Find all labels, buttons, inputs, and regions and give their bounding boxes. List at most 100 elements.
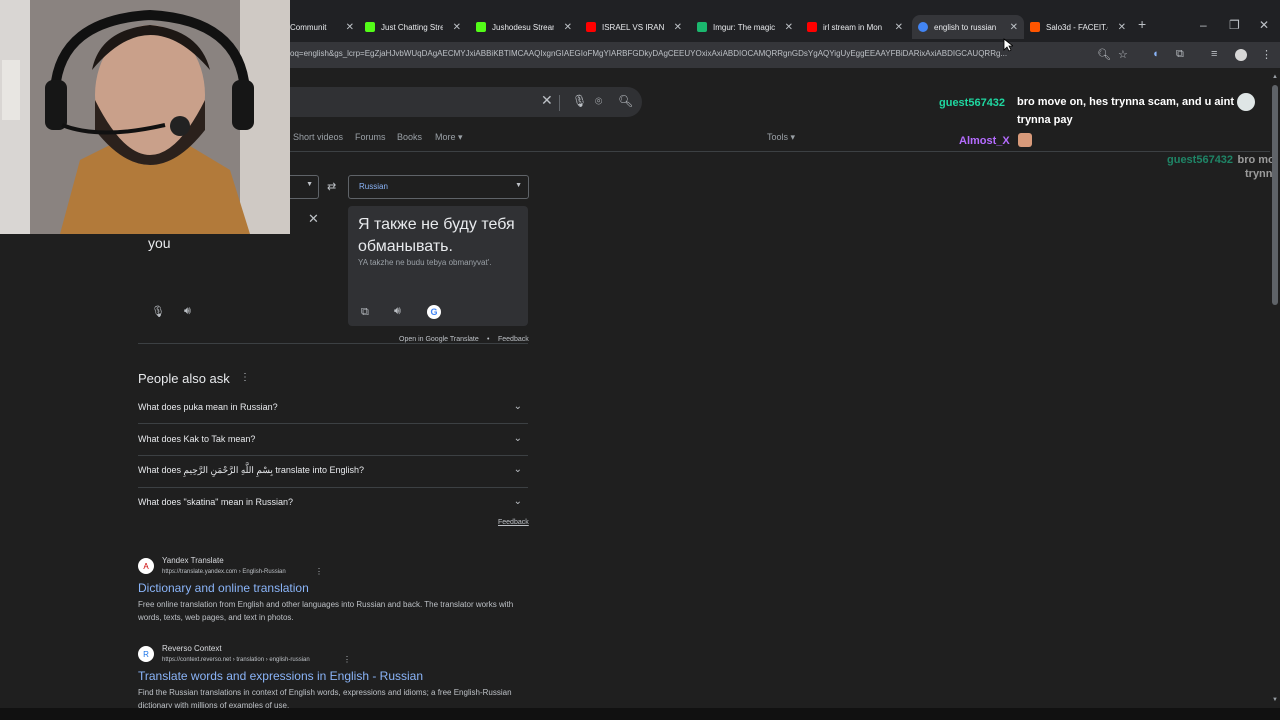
swap-languages-icon[interactable]: ⇄ bbox=[327, 180, 336, 193]
filter-more[interactable]: More ▾ bbox=[435, 132, 463, 143]
tab-irl-stream[interactable]: irl stream in Mon ✕ bbox=[807, 15, 903, 39]
google-g-icon[interactable]: G bbox=[427, 305, 441, 319]
menu-icon[interactable]: ⋮ bbox=[1261, 48, 1272, 61]
search-box[interactable]: ✕ 🎙︎ ⌾ 🔍︎ bbox=[290, 87, 642, 117]
chevron-down-icon: ⌄ bbox=[513, 433, 522, 444]
result-title-link[interactable]: Translate words and expressions in Engli… bbox=[138, 669, 423, 683]
reverso-favicon: R bbox=[138, 646, 154, 662]
emote-icon bbox=[1237, 93, 1255, 111]
paa-feedback-link[interactable]: Feedback bbox=[498, 519, 529, 526]
microphone-icon[interactable]: 🎙︎ bbox=[572, 94, 587, 108]
tools-button[interactable]: Tools ▾ bbox=[767, 132, 795, 143]
extensions-icon[interactable]: ⧉ bbox=[1176, 48, 1184, 61]
search-icon[interactable]: 🔍︎ bbox=[618, 94, 633, 108]
tab-communit[interactable]: Communit ✕ bbox=[290, 15, 354, 39]
tab-jushodesu[interactable]: Jushodesu Stream ✕ bbox=[476, 15, 572, 39]
result-url[interactable]: https://context.reverso.net › translatio… bbox=[162, 657, 310, 663]
transliteration-text: YA takzhe ne budu tebya obmanyvat'. bbox=[358, 258, 492, 267]
minimize-icon[interactable]: – bbox=[1200, 18, 1207, 32]
source-speaker-icon[interactable]: 🔊︎ bbox=[184, 305, 191, 318]
faceit-icon bbox=[1030, 22, 1040, 32]
translate-extension-icon[interactable]: ◖ bbox=[1152, 48, 1159, 60]
close-tab-icon[interactable]: ✕ bbox=[1010, 22, 1018, 33]
youtube-icon bbox=[586, 22, 596, 32]
window-close-icon[interactable]: ✕ bbox=[1259, 18, 1269, 32]
page-scrollbar[interactable] bbox=[1272, 85, 1278, 305]
lens-icon[interactable]: ⌾ bbox=[595, 94, 602, 109]
restore-icon[interactable]: ❐ bbox=[1229, 18, 1240, 32]
chat-message-faded: guest567432 bro mo bbox=[1167, 150, 1280, 168]
dropdown-arrow-icon: ▼ bbox=[515, 182, 522, 189]
bookmark-star-icon[interactable]: ☆ bbox=[1118, 48, 1128, 61]
open-in-translate-link[interactable]: Open in Google Translate bbox=[399, 336, 479, 343]
close-tab-icon[interactable]: ✕ bbox=[785, 22, 793, 33]
imgur-icon bbox=[697, 22, 707, 32]
profile-avatar[interactable] bbox=[1235, 49, 1247, 61]
tab-english-to-russian[interactable]: english to russian ✕ bbox=[912, 15, 1024, 39]
result-title-link[interactable]: Dictionary and online translation bbox=[138, 581, 309, 595]
target-language-label: Russian bbox=[359, 182, 388, 191]
youtube-icon bbox=[807, 22, 817, 32]
clear-search-icon[interactable]: ✕ bbox=[541, 92, 553, 109]
dropdown-arrow-icon: ▼ bbox=[306, 181, 313, 188]
target-language-select[interactable]: Russian ▼ bbox=[348, 175, 529, 199]
source-language-select[interactable]: ▼ bbox=[290, 175, 319, 199]
paa-question[interactable]: What does Kak to Tak mean? ⌄ bbox=[138, 433, 528, 444]
paa-question[interactable]: What does بِسْمِ اللَّهِ الرَّحْمَنِ الر… bbox=[138, 464, 528, 476]
close-tab-icon[interactable]: ✕ bbox=[453, 22, 461, 33]
chevron-down-icon: ⌄ bbox=[513, 496, 522, 507]
filter-more-label: More bbox=[435, 132, 456, 142]
result-url[interactable]: https://translate.yandex.com › English-R… bbox=[162, 569, 286, 575]
tab-title: Communit bbox=[290, 22, 327, 32]
kick-icon bbox=[476, 22, 486, 32]
filter-books[interactable]: Books bbox=[397, 132, 422, 142]
translate-feedback-link[interactable]: Feedback bbox=[498, 336, 529, 343]
filter-short-videos[interactable]: Short videos bbox=[293, 132, 343, 142]
result-site-name: Reverso Context bbox=[162, 644, 222, 653]
paa-heading: People also ask bbox=[138, 371, 230, 386]
tab-israel-vs-iran[interactable]: ISRAEL VS IRAN - ✕ bbox=[586, 15, 682, 39]
paa-question-text: What does Kak to Tak mean? bbox=[138, 434, 256, 444]
filter-forums[interactable]: Forums bbox=[355, 132, 386, 142]
source-microphone-icon[interactable]: 🎙︎ bbox=[151, 305, 165, 318]
close-tab-icon[interactable]: ✕ bbox=[346, 22, 354, 33]
result-snippet: Free online translation from English and… bbox=[138, 600, 514, 622]
zoom-icon[interactable]: 🔍︎ bbox=[1097, 48, 1111, 61]
close-tab-icon[interactable]: ✕ bbox=[674, 22, 682, 33]
section-divider bbox=[138, 343, 528, 344]
close-tab-icon[interactable]: ✕ bbox=[564, 22, 572, 33]
tab-just-chatting[interactable]: Just Chatting Stre ✕ bbox=[365, 15, 461, 39]
source-text[interactable]: you bbox=[148, 235, 171, 251]
paa-question[interactable]: What does "skatina" mean in Russian? ⌄ bbox=[138, 496, 528, 507]
scroll-down-arrow-icon[interactable]: ▼ bbox=[1272, 697, 1278, 703]
tab-faceit[interactable]: Salo3d - FACEIT.c ✕ bbox=[1030, 15, 1126, 39]
tab-imgur[interactable]: Imgur: The magic ✕ bbox=[697, 15, 793, 39]
result-more-icon[interactable]: ⋮ bbox=[315, 567, 323, 576]
streamer-webcam-image bbox=[0, 0, 290, 234]
tools-label: Tools bbox=[767, 132, 789, 142]
bottom-bar bbox=[0, 708, 1280, 720]
new-tab-icon[interactable]: + bbox=[1138, 16, 1146, 32]
kick-icon bbox=[365, 22, 375, 32]
translation-output: Я также не буду тебя обманывать. YA takz… bbox=[348, 206, 528, 326]
result-site-name: Yandex Translate bbox=[162, 556, 224, 565]
mouse-cursor-icon bbox=[1003, 38, 1013, 52]
close-tab-icon[interactable]: ✕ bbox=[895, 22, 903, 33]
chevron-down-icon: ⌄ bbox=[513, 464, 522, 475]
paa-more-icon[interactable]: ⋮ bbox=[240, 372, 250, 383]
search-divider bbox=[559, 95, 560, 111]
media-icon[interactable]: ≡ bbox=[1211, 48, 1217, 60]
close-tab-icon[interactable]: ✕ bbox=[1118, 22, 1126, 33]
result-more-icon[interactable]: ⋮ bbox=[343, 655, 351, 664]
copy-icon[interactable]: ⧉ bbox=[361, 306, 369, 319]
chat-message: guest567432 bro move on, hes trynna scam… bbox=[939, 93, 1244, 126]
scroll-up-arrow-icon[interactable]: ▲ bbox=[1272, 74, 1278, 80]
tab-title: Just Chatting Stre bbox=[381, 22, 443, 32]
tab-title: english to russian bbox=[934, 22, 996, 32]
output-speaker-icon[interactable]: 🔊︎ bbox=[394, 305, 401, 318]
url-field[interactable]: oq=english&gs_lcrp=EgZjaHJvbWUqDAgAECMYJ… bbox=[290, 49, 1090, 58]
clear-source-icon[interactable]: ✕ bbox=[308, 211, 319, 227]
chat-text: bro mo bbox=[1237, 154, 1275, 166]
chat-text: bro move on, hes trynna scam, and u aint… bbox=[1017, 96, 1234, 126]
paa-question[interactable]: What does puka mean in Russian? ⌄ bbox=[138, 401, 528, 412]
